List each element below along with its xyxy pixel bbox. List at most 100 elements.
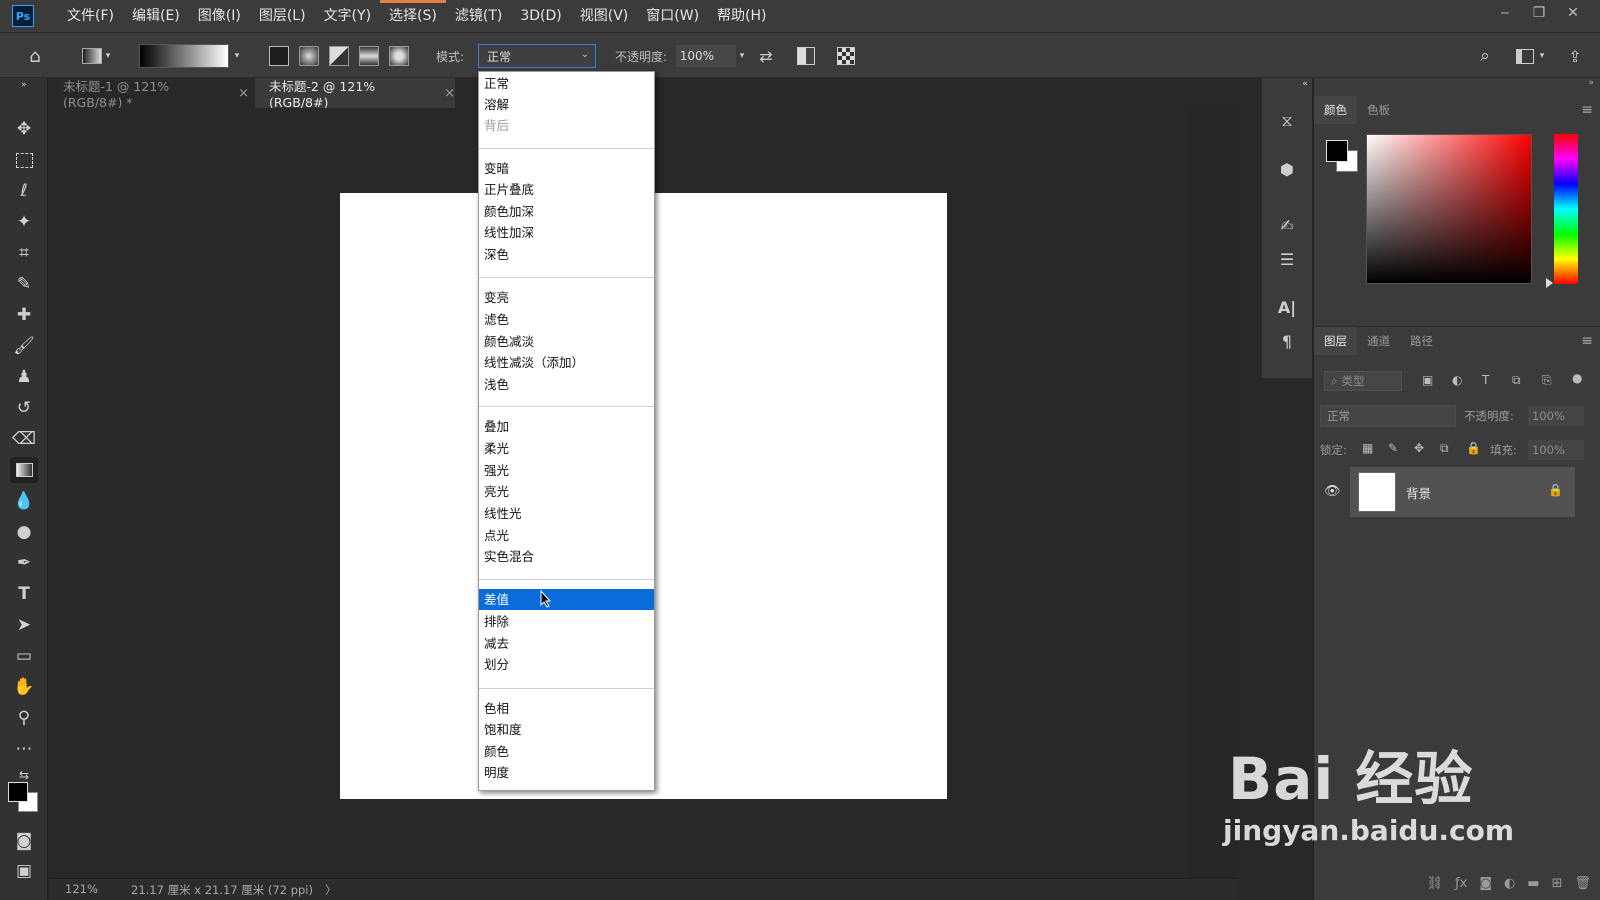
quick-mask-icon[interactable]: ◙	[10, 828, 38, 854]
blend-option-lighter-color[interactable]: 浅色	[479, 374, 654, 395]
blend-option-normal[interactable]: 正常	[479, 73, 654, 94]
tab-document-1[interactable]: 未标题-1 @ 121%(RGB/8#) * ×	[49, 78, 249, 110]
layer-opacity-input[interactable]: 100%	[1528, 406, 1584, 426]
menu-image[interactable]: 图像(I)	[189, 0, 250, 32]
link-layers-icon[interactable]: ⛓	[1427, 876, 1444, 891]
lock-transparent-icon[interactable]: ▦	[1362, 441, 1373, 455]
menu-type[interactable]: 文字(Y)	[315, 0, 380, 32]
blend-option-color-burn[interactable]: 颜色加深	[479, 201, 654, 222]
reflected-gradient-button[interactable]	[358, 33, 380, 79]
blend-option-hard-light[interactable]: 强光	[479, 460, 654, 481]
new-layer-icon[interactable]: ⊞	[1552, 876, 1563, 891]
blend-option-screen[interactable]: 滤色	[479, 309, 654, 330]
lock-all-icon[interactable]: 🔒	[1466, 441, 1481, 455]
adjustment-layer-icon[interactable]: ◐	[1504, 876, 1515, 891]
tab-color[interactable]: 颜色	[1314, 96, 1357, 124]
brush-settings-icon[interactable]: ✍	[1274, 212, 1300, 238]
reverse-icon[interactable]: ⇄	[752, 33, 780, 79]
menu-3d[interactable]: 3D(D)	[511, 0, 570, 32]
hue-slider[interactable]	[1554, 134, 1578, 284]
smart-object-filter-icon[interactable]: ⎘	[1542, 373, 1552, 388]
opacity-input[interactable]: 100%	[675, 45, 736, 67]
adjustment-filter-icon[interactable]: ◐	[1452, 373, 1462, 387]
path-selection-tool-icon[interactable]: ➤	[10, 612, 38, 638]
lock-position-icon[interactable]: ✥	[1414, 441, 1424, 455]
menu-window[interactable]: 窗口(W)	[637, 0, 708, 32]
more-tools-icon[interactable]: ⋯	[10, 736, 38, 762]
linear-gradient-button[interactable]	[268, 33, 290, 79]
minimize-button[interactable]: ‒	[1488, 0, 1522, 26]
blend-option-multiply[interactable]: 正片叠底	[479, 179, 654, 200]
blend-option-color[interactable]: 颜色	[479, 741, 654, 762]
gradient-editor[interactable]: ▾	[134, 33, 244, 79]
workspace-switcher[interactable]: ▾	[1510, 33, 1550, 79]
tab-channels[interactable]: 通道	[1357, 327, 1400, 355]
stamp-tool-icon[interactable]: ♟	[10, 364, 38, 390]
restore-button[interactable]: ❐	[1522, 0, 1556, 26]
blend-option-vivid-light[interactable]: 亮光	[479, 481, 654, 502]
menu-layer[interactable]: 图层(L)	[250, 0, 315, 32]
color-picker-field[interactable]	[1366, 134, 1532, 284]
blend-option-soft-light[interactable]: 柔光	[479, 438, 654, 459]
menu-view[interactable]: 视图(V)	[571, 0, 638, 32]
foreground-color-swatch[interactable]	[8, 782, 28, 802]
marquee-tool-icon[interactable]	[10, 147, 38, 173]
healing-brush-tool-icon[interactable]: ✚	[10, 302, 38, 328]
search-icon[interactable]: ⌕	[1472, 33, 1498, 79]
blend-option-lighten[interactable]: 变亮	[479, 287, 654, 308]
panel-menu-icon[interactable]: ≡	[1581, 333, 1593, 349]
image-filter-icon[interactable]: ▣	[1422, 373, 1433, 387]
collapse-toolbar-icon[interactable]: »	[10, 80, 38, 90]
blend-option-luminosity[interactable]: 明度	[479, 762, 654, 783]
lock-icon[interactable]: 🔒	[1548, 483, 1563, 497]
blend-option-darker-color[interactable]: 深色	[479, 244, 654, 265]
status-menu-arrow[interactable]: 〉	[325, 882, 337, 898]
shape-filter-icon[interactable]: ⧉	[1512, 373, 1521, 388]
move-tool-icon[interactable]: ✥	[10, 116, 38, 142]
trash-icon[interactable]: 🗑	[1574, 876, 1591, 891]
brush-tool-icon[interactable]: 🖌	[10, 333, 38, 359]
chevron-down-icon[interactable]: ▾	[740, 51, 745, 61]
blend-option-difference[interactable]: 差值	[479, 589, 654, 610]
tab-document-2[interactable]: 未标题-2 @ 121%(RGB/8#) ×	[255, 78, 455, 110]
filter-toggle-icon[interactable]: ●	[1572, 371, 1582, 385]
blend-option-darken[interactable]: 变暗	[479, 158, 654, 179]
lasso-tool-icon[interactable]: ℓ	[10, 178, 38, 204]
history-brush-tool-icon[interactable]: ↺	[10, 395, 38, 421]
diamond-gradient-button[interactable]	[388, 33, 410, 79]
gradient-tool-icon[interactable]	[10, 457, 38, 483]
blur-tool-icon[interactable]: 💧	[10, 488, 38, 514]
fx-icon[interactable]: ƒx	[1455, 876, 1467, 891]
transparency-button[interactable]	[832, 33, 860, 79]
new-group-icon[interactable]: ▬	[1527, 876, 1539, 891]
blend-option-subtract[interactable]: 减去	[479, 633, 654, 654]
zoom-level[interactable]: 121%	[65, 882, 98, 896]
menu-select[interactable]: 选择(S)	[380, 0, 446, 32]
home-icon[interactable]: ⌂	[20, 33, 50, 79]
magic-wand-tool-icon[interactable]: ✦	[10, 209, 38, 235]
blend-option-overlay[interactable]: 叠加	[479, 416, 654, 437]
layer-blend-select[interactable]: 正常	[1320, 405, 1456, 427]
hue-slider-handle[interactable]	[1546, 278, 1553, 288]
blend-option-hard-mix[interactable]: 实色混合	[479, 546, 654, 567]
lock-artboard-icon[interactable]: ⧉	[1440, 441, 1449, 456]
tab-layers[interactable]: 图层	[1314, 327, 1357, 355]
dither-button[interactable]	[792, 33, 820, 79]
tab-swatches[interactable]: 色板	[1357, 96, 1400, 124]
type-filter-icon[interactable]: T	[1482, 373, 1489, 387]
blend-option-exclusion[interactable]: 排除	[479, 611, 654, 632]
tool-preset-picker[interactable]: ▾	[74, 33, 118, 79]
lock-pixels-icon[interactable]: ✎	[1388, 441, 1398, 455]
blend-option-color-dodge[interactable]: 颜色减淡	[479, 331, 654, 352]
zoom-tool-icon[interactable]: ⚲	[10, 705, 38, 731]
close-icon[interactable]: ×	[444, 86, 455, 101]
fill-input[interactable]: 100%	[1528, 440, 1584, 460]
paragraph-panel-icon[interactable]: ¶	[1274, 328, 1300, 354]
radial-gradient-button[interactable]	[298, 33, 320, 79]
tab-paths[interactable]: 路径	[1400, 327, 1443, 355]
adjustments-panel-icon[interactable]: ☰	[1274, 246, 1300, 272]
add-mask-icon[interactable]: ◙	[1479, 876, 1492, 891]
type-tool-icon[interactable]: T	[10, 581, 38, 607]
eyedropper-tool-icon[interactable]: ✎	[10, 271, 38, 297]
character-panel-icon[interactable]: A|	[1274, 294, 1300, 320]
